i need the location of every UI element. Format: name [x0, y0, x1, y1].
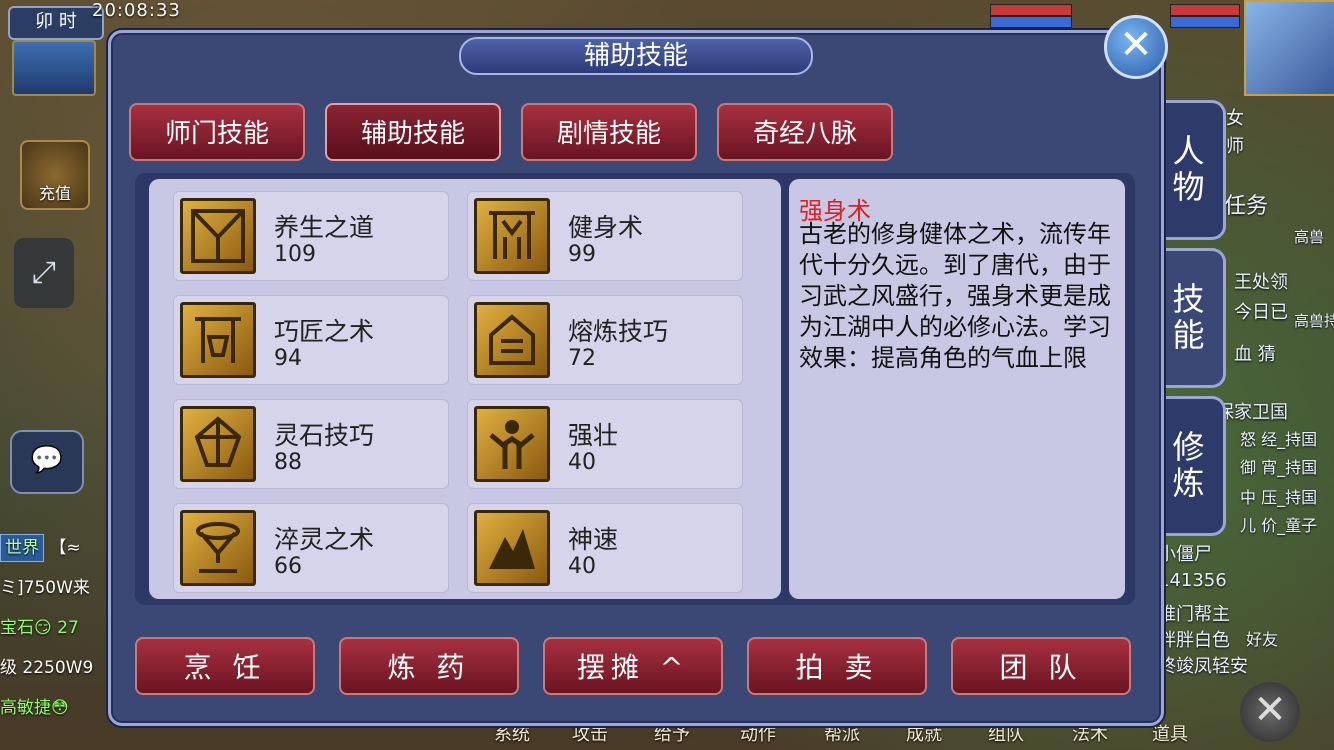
skill-name: 养生之道 — [274, 213, 375, 242]
alchemy-button[interactable]: 炼 药 — [339, 637, 519, 695]
log-line: 任务 — [1224, 194, 1269, 219]
skill-level: 66 — [274, 554, 302, 579]
fitness-icon — [474, 198, 550, 274]
skill-level: 94 — [274, 346, 302, 371]
gem-icon — [180, 406, 256, 482]
auction-button[interactable]: 拍 卖 — [747, 637, 927, 695]
log-line: 御 宵_持国 — [1240, 458, 1318, 477]
skill-card[interactable]: 健身术 99 — [467, 191, 743, 281]
log-line: 儿 价_童子 — [1240, 516, 1318, 535]
side-tab-cultivation[interactable]: 修炼 — [1154, 396, 1226, 536]
cook-button[interactable]: 烹 饪 — [135, 637, 315, 695]
minimap-thumbnail[interactable] — [12, 40, 96, 96]
dialog-title: 辅助技能 — [459, 37, 813, 75]
close-icon[interactable]: ✕ — [1104, 15, 1168, 79]
log-line: 王处领 — [1234, 272, 1288, 293]
log-line: 好友 — [1246, 630, 1279, 649]
log-line: 小僵尸 — [1158, 544, 1212, 565]
skill-level: 88 — [274, 450, 302, 475]
player-avatar[interactable] — [1244, 0, 1334, 96]
chat-line: 宝石😏 27 — [0, 618, 79, 638]
skill-name: 健身术 — [568, 213, 644, 242]
skill-level: 99 — [568, 242, 596, 267]
skill-level: 109 — [274, 242, 316, 267]
speed-icon — [474, 510, 550, 586]
tab-meridians[interactable]: 奇经八脉 — [717, 103, 893, 161]
log-line: 高兽 — [1294, 228, 1325, 246]
log-line: 胖胖白色 — [1158, 630, 1230, 651]
log-line: 推门帮主 — [1158, 604, 1230, 625]
chat-line: 【≈ — [49, 538, 81, 558]
recharge-button[interactable]: 充值 — [20, 140, 90, 210]
skill-card[interactable]: 灵石技巧 88 — [173, 399, 449, 489]
skill-level: 40 — [568, 450, 596, 475]
side-tab-label: 技能 — [1172, 280, 1205, 354]
log-line: 保家卫国 — [1216, 402, 1288, 423]
log-line: 终竣凤轻安 — [1158, 656, 1248, 677]
clock: 20:08:33 — [92, 0, 181, 21]
content-area: 养生之道 109 健身术 99 巧匠之术 94 熔炼技巧 72 灵石技巧 88 … — [135, 173, 1135, 605]
log-line: 今日已 — [1234, 302, 1288, 323]
log-line: 高兽持 — [1294, 312, 1334, 330]
chat-log: 世界 【≈ ミ]750W来 宝石😏 27 级 2250W9 高敏捷😳 — [0, 528, 110, 728]
chat-line: ミ]750W来 — [0, 578, 90, 598]
skill-name: 熔炼技巧 — [568, 317, 669, 346]
log-line: 141356 — [1158, 570, 1227, 591]
chat-line: 级 2250W9 — [0, 658, 94, 678]
skill-description: 强身术 古老的修身健体之术，流传年代十分久远。到了唐代，由于习武之风盛行，强身术… — [789, 179, 1125, 599]
skill-card[interactable]: 巧匠之术 94 — [173, 295, 449, 385]
skill-card[interactable]: 强壮 40 — [467, 399, 743, 489]
side-tab-label: 人物 — [1172, 132, 1205, 206]
skill-name: 巧匠之术 — [274, 317, 375, 346]
skill-card[interactable]: 养生之道 109 — [173, 191, 449, 281]
description-body: 古老的修身健体之术，流传年代十分久远。到了唐代，由于习武之风盛行，强身术更是成为… — [799, 220, 1111, 372]
skill-card[interactable]: 神速 40 — [467, 503, 743, 593]
daytime-indicator: 卯 时 — [8, 6, 104, 40]
team-button[interactable]: 团 队 — [951, 637, 1131, 695]
chat-bubble-icon[interactable]: 💬 — [10, 430, 84, 494]
skill-list: 养生之道 109 健身术 99 巧匠之术 94 熔炼技巧 72 灵石技巧 88 … — [149, 179, 781, 599]
log-line: 怒 经_持国 — [1240, 430, 1318, 449]
skill-card[interactable]: 淬灵之术 66 — [173, 503, 449, 593]
tab-assist-skills[interactable]: 辅助技能 — [325, 103, 501, 161]
skill-card[interactable]: 熔炼技巧 72 — [467, 295, 743, 385]
recharge-label: 充值 — [38, 184, 71, 203]
craft-icon — [180, 302, 256, 378]
health-icon — [180, 198, 256, 274]
skill-name: 淬灵之术 — [274, 525, 375, 554]
expand-icon[interactable]: ⤢ — [14, 238, 74, 308]
skill-name: 神速 — [568, 525, 619, 554]
skill-level: 72 — [568, 346, 596, 371]
tab-story-skills[interactable]: 剧情技能 — [521, 103, 697, 161]
close-icon[interactable]: ✕ — [1240, 682, 1300, 742]
strength-icon — [474, 406, 550, 482]
temper-icon — [180, 510, 256, 586]
log-line: 中 压_持国 — [1240, 488, 1318, 507]
skill-dialog: 辅助技能 ✕ 师门技能 辅助技能 剧情技能 奇经八脉 养生之道 109 健身术 … — [108, 15, 1168, 726]
skill-name: 灵石技巧 — [274, 421, 375, 450]
skill-name: 强壮 — [568, 421, 619, 450]
side-tab-character[interactable]: 人物 — [1154, 100, 1226, 240]
smelt-icon — [474, 302, 550, 378]
tab-sect-skills[interactable]: 师门技能 — [129, 103, 305, 161]
chat-world-tag[interactable]: 世界 — [0, 534, 44, 562]
side-tab-skills[interactable]: 技能 — [1154, 248, 1226, 388]
menu-items[interactable]: 道具 — [1152, 720, 1188, 746]
stall-button[interactable]: 摆摊 ^ — [543, 637, 723, 695]
skill-level: 40 — [568, 554, 596, 579]
chat-line: 高敏捷😳 — [0, 698, 69, 718]
log-line: 血 猜 — [1234, 344, 1276, 365]
side-tab-label: 修炼 — [1172, 428, 1205, 502]
